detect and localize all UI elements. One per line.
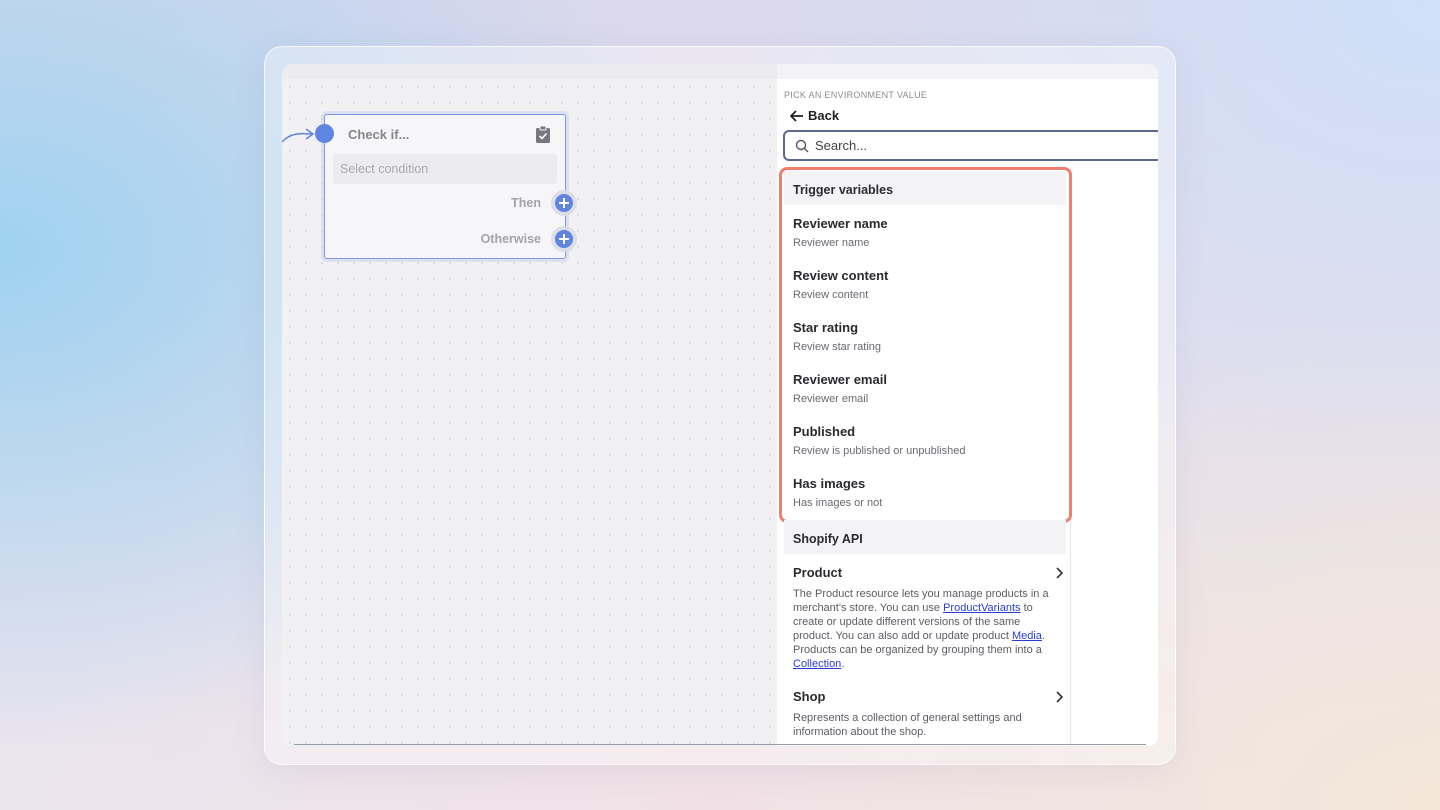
clipboard-check-icon[interactable]	[535, 125, 551, 143]
api-item-name: Product	[793, 565, 843, 580]
api-item-desc: Represents a collection of general setti…	[793, 712, 1022, 738]
api-item-shop[interactable]: Shop Represents a collection of general …	[793, 689, 1063, 739]
arrow-left-icon	[790, 109, 803, 122]
media-link[interactable]: Media	[1012, 630, 1042, 642]
trigger-variables-highlight	[779, 167, 1072, 523]
check-if-node[interactable]: Check if... Select condition Then Otherw…	[315, 114, 573, 259]
back-label: Back	[808, 108, 840, 123]
api-item-desc: The Product resource lets you manage pro…	[793, 588, 1049, 670]
node-title: Check if...	[348, 127, 410, 142]
search-input[interactable]	[815, 138, 1115, 153]
chevron-right-icon[interactable]	[1055, 567, 1063, 579]
workflow-canvas[interactable]: Check if... Select condition Then Otherw…	[282, 79, 777, 746]
panel-header: PICK AN ENVIRONMENT VALUE	[784, 90, 928, 100]
then-add-button[interactable]	[555, 194, 573, 212]
search-box[interactable]	[783, 130, 1158, 161]
search-icon	[795, 139, 809, 152]
canvas-top-strip	[282, 64, 777, 79]
shopify-api-header: Shopify API	[784, 520, 1066, 554]
otherwise-label: Otherwise	[480, 232, 541, 246]
then-label: Then	[511, 196, 541, 210]
app-window: Check if... Select condition Then Otherw…	[282, 64, 1158, 746]
productvariants-link[interactable]: ProductVariants	[943, 602, 1020, 614]
api-item-name: Shop	[793, 689, 826, 704]
otherwise-add-button[interactable]	[555, 230, 573, 248]
chevron-right-icon[interactable]	[1055, 691, 1063, 703]
connector-arrow-icon	[282, 128, 315, 143]
api-item-product[interactable]: Product The Product resource lets you ma…	[793, 565, 1063, 671]
environment-value-panel: PICK AN ENVIRONMENT VALUE Back Trigger v…	[777, 79, 1158, 746]
node-input-handle[interactable]	[315, 124, 334, 143]
back-button[interactable]: Back	[790, 108, 839, 123]
select-condition-field[interactable]: Select condition	[333, 154, 557, 184]
collection-link[interactable]: Collection	[793, 658, 841, 670]
bottom-divider	[294, 744, 1146, 745]
